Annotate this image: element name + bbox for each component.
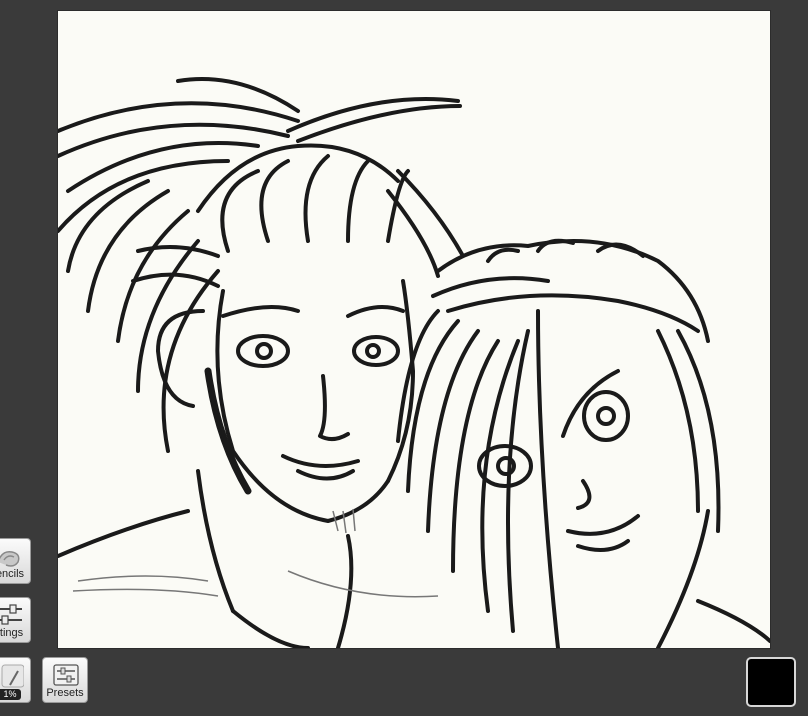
brush-size-value: 1% bbox=[0, 689, 21, 700]
settings-button[interactable]: ttings bbox=[0, 597, 31, 643]
drawing-canvas[interactable] bbox=[58, 11, 770, 648]
sliders-icon bbox=[0, 604, 22, 625]
stencils-label: encils bbox=[0, 568, 25, 580]
stencil-icon bbox=[0, 550, 20, 567]
stencils-button[interactable]: encils bbox=[0, 538, 31, 584]
color-swatch-button[interactable] bbox=[746, 657, 796, 707]
presets-button[interactable]: Presets bbox=[42, 657, 88, 703]
presets-icon bbox=[53, 664, 79, 686]
presets-label: Presets bbox=[46, 687, 84, 699]
brush-size-button[interactable]: 1% bbox=[0, 657, 31, 703]
pencil-brush-icon bbox=[1, 664, 24, 688]
sketch-artwork bbox=[58, 77, 770, 648]
settings-label: ttings bbox=[0, 627, 24, 639]
